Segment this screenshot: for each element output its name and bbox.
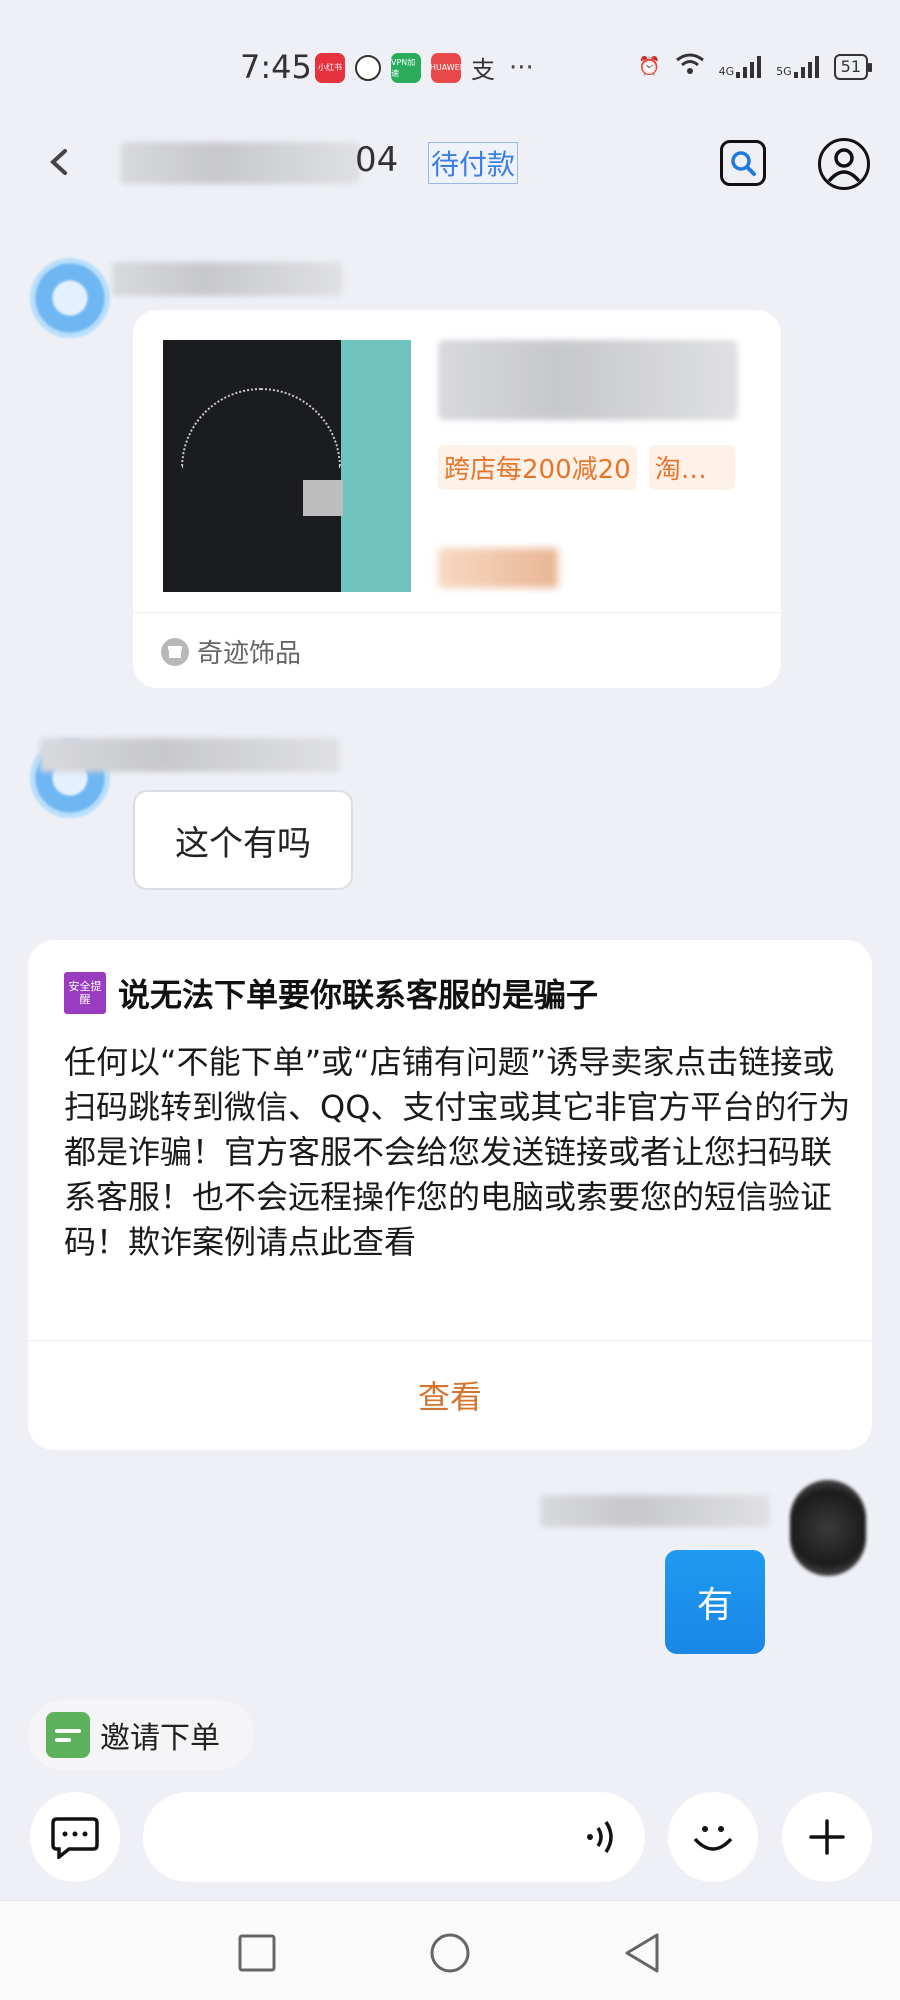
chat-bubble-icon (51, 1817, 99, 1859)
profile-icon (827, 148, 861, 183)
clock: 7:45 (240, 48, 312, 86)
order-status-badge[interactable]: 待付款 (428, 142, 519, 184)
price-redacted (438, 548, 558, 588)
square-icon (238, 1934, 276, 1972)
shop-icon (161, 637, 189, 666)
product-title-redacted (438, 340, 738, 420)
status-bar: 7:45 小红书 VPN加速 HUAWEI 支 ··· ⏰ 4G 5G 51 (0, 40, 900, 90)
seller-avatar[interactable] (790, 1480, 866, 1576)
warning-header: 安全提醒 说无法下单要你联系客服的是骗子 (64, 970, 598, 1016)
message-bubble-incoming[interactable]: 这个有吗 (133, 790, 353, 890)
shop-link[interactable]: 奇迹饰品 (161, 633, 301, 670)
shield-icon: 安全提醒 (64, 972, 106, 1014)
view-button[interactable]: 查看 (28, 1340, 872, 1450)
warning-body: 任何以“不能下单”或“店铺有问题”诱导卖家点击链接或扫码跳转到微信、QQ、支付宝… (64, 1043, 851, 1261)
triangle-back-icon (625, 1933, 659, 1973)
back-button[interactable] (40, 142, 80, 182)
promo-tag: 跨店每200减20 (438, 445, 637, 490)
voice-icon[interactable] (580, 1814, 626, 1860)
invite-order-label: 邀请下单 (100, 1721, 220, 1756)
customer-avatar[interactable] (30, 258, 110, 338)
invite-order-button[interactable]: 邀请下单 (28, 1700, 254, 1770)
input-bar (0, 1792, 900, 1882)
promo-tags: 跨店每200减20 淘… (438, 445, 735, 490)
recent-apps-button[interactable] (235, 1931, 279, 1975)
xiaohongshu-app-icon: 小红书 (315, 52, 345, 83)
back-nav-button[interactable] (620, 1931, 664, 1975)
invite-order-icon (46, 1712, 90, 1758)
battery-indicator: 51 (833, 53, 873, 80)
vpn-app-icon: VPN加速 (391, 52, 421, 83)
security-warning-card: 安全提醒 说无法下单要你联系客服的是骗子 任何以“不能下单”或“店铺有问题”诱导… (28, 940, 872, 1450)
signal-5g-icon: 5G (776, 55, 820, 78)
system-indicators: ⏰ 4G 5G 51 (638, 52, 873, 81)
huawei-app-icon: HUAWEI (431, 52, 461, 83)
signal-4g-icon: 4G (719, 55, 763, 78)
wifi-icon (675, 52, 705, 81)
contact-name-redacted (120, 142, 360, 184)
more-notifications-icon: ··· (509, 52, 534, 83)
shield-notification-icon (355, 54, 381, 81)
search-button[interactable] (720, 140, 766, 186)
shop-name: 奇迹饰品 (197, 639, 302, 669)
product-image[interactable] (163, 340, 411, 592)
customer-name-redacted (40, 738, 340, 772)
message-input[interactable] (143, 1792, 645, 1882)
notification-icons: 小红书 VPN加速 HUAWEI 支 ··· (315, 50, 534, 85)
promo-tag: 淘… (648, 445, 735, 490)
emoji-button[interactable] (668, 1792, 758, 1882)
circle-icon (430, 1933, 470, 1973)
home-button[interactable] (428, 1931, 472, 1975)
seller-name-redacted (540, 1495, 770, 1527)
alipay-icon: 支 (471, 56, 495, 84)
product-card[interactable]: 跨店每200减20 淘… 奇迹饰品 (133, 310, 781, 688)
product-image-box (341, 340, 411, 592)
quick-reply-button[interactable] (30, 1792, 120, 1882)
back-arrow-icon (50, 149, 67, 175)
system-navigation-bar (0, 1900, 900, 2000)
search-icon (731, 151, 756, 176)
customer-name-redacted (112, 262, 342, 296)
plus-icon (809, 1819, 845, 1855)
chat-header: 04 待付款 (0, 130, 900, 200)
message-bubble-outgoing[interactable]: 有 (665, 1550, 765, 1654)
more-actions-button[interactable] (782, 1792, 872, 1882)
divider (133, 612, 781, 613)
alarm-icon: ⏰ (638, 56, 661, 77)
product-image-pendant (303, 480, 343, 516)
warning-title: 说无法下单要你联系客服的是骗子 (118, 976, 599, 1014)
product-image-chain (181, 388, 341, 468)
contact-name-suffix: 04 (355, 140, 399, 180)
emoji-icon (693, 1826, 733, 1851)
profile-button[interactable] (818, 138, 870, 190)
